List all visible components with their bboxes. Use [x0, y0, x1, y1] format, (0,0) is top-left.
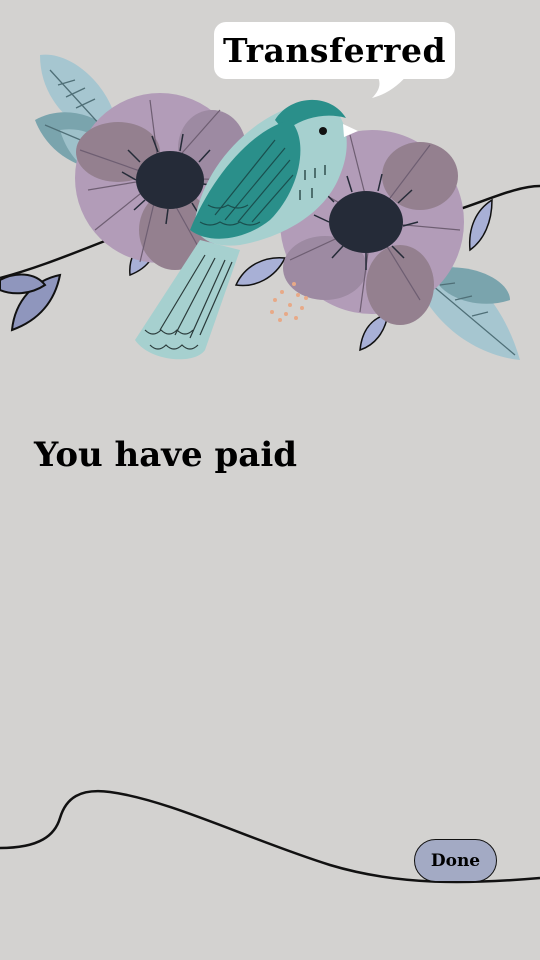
transferred-speech-bubble: Transferred	[214, 22, 455, 79]
done-button[interactable]: Done	[414, 839, 497, 882]
payment-confirmation-screen: Transferred You have paid Done	[0, 0, 540, 960]
payment-headline: You have paid	[34, 435, 298, 475]
